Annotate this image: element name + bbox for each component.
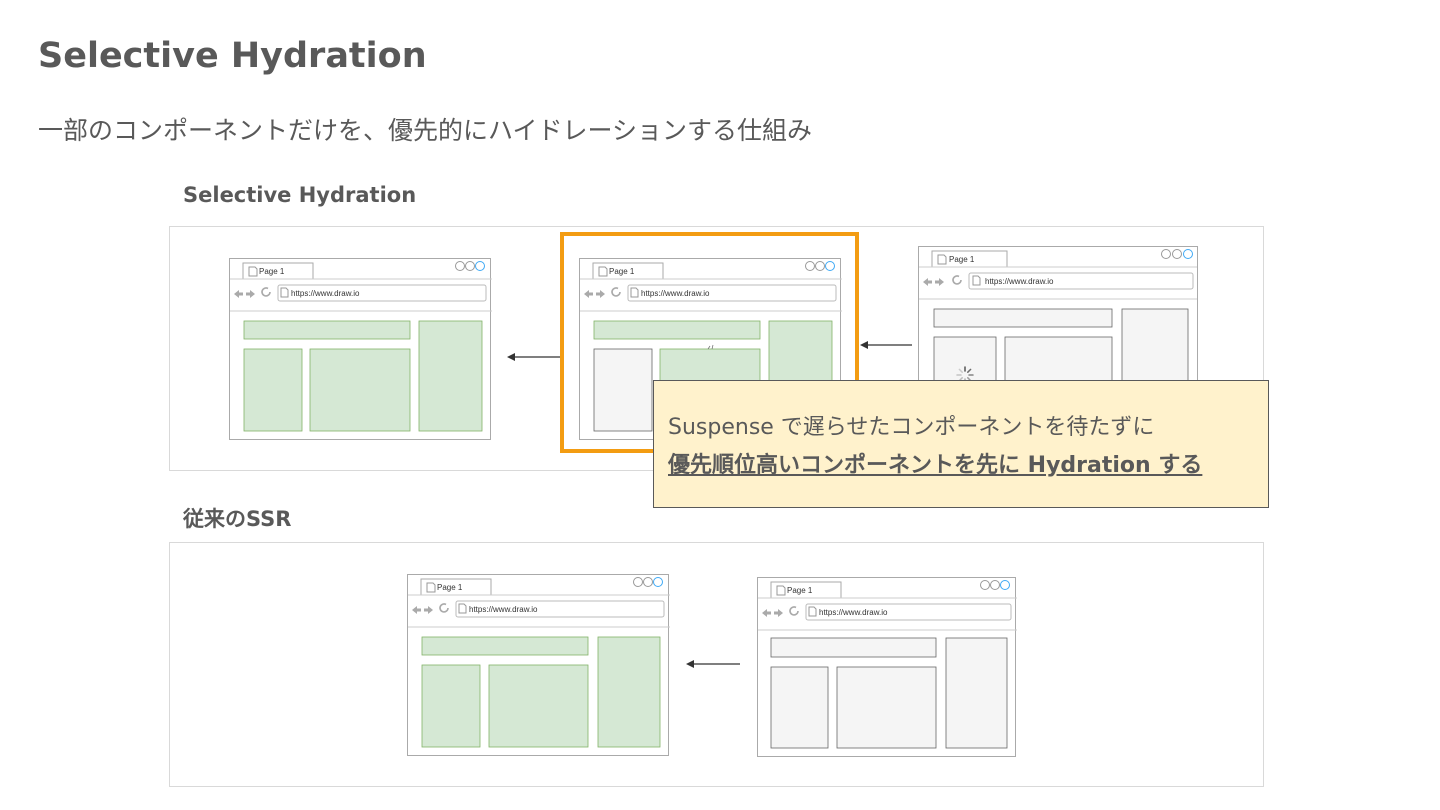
component-main-pending bbox=[836, 666, 937, 749]
url-text: https://www.draw.io bbox=[469, 605, 538, 614]
window-control-icon bbox=[990, 580, 1000, 590]
arrow-right-icon bbox=[935, 278, 944, 286]
url-text: https://www.draw.io bbox=[819, 608, 888, 617]
component-header-pending bbox=[933, 308, 1113, 328]
browser-mock-hydrated-drawing: Page 1 https://www.draw.io bbox=[230, 261, 492, 432]
browser-mock-ssr-not-hydrated: Page 1 https://www.draw.io bbox=[757, 577, 1017, 757]
component-sidebar-hydrated bbox=[597, 636, 661, 748]
arrow-right-icon bbox=[774, 609, 783, 617]
component-header-hydrated bbox=[421, 636, 589, 656]
window-control-icon bbox=[633, 577, 643, 587]
callout-box: Suspense で遅らせたコンポーネントを待たずに 優先順位高いコンポーネント… bbox=[653, 380, 1269, 508]
arrow-left-icon bbox=[234, 290, 243, 298]
browser-mock-ssr-hydrated: Page 1 https://www.draw.io bbox=[407, 574, 670, 756]
tab-label: Page 1 bbox=[437, 583, 463, 592]
window-control-icon bbox=[1183, 249, 1193, 259]
component-sidebar-hydrated bbox=[418, 320, 483, 432]
url-text: https://www.draw.io bbox=[985, 277, 1054, 286]
browser-mock-ssr-hydrated-drawing: Page 1 https://www.draw.io bbox=[408, 577, 670, 748]
tab-label: Page 1 bbox=[949, 255, 975, 264]
reload-icon bbox=[952, 275, 962, 285]
window-control-icon bbox=[455, 261, 465, 271]
browser-mock-not-hydrated: Page 1 https://www.draw.io bbox=[918, 246, 1198, 386]
tab-label: Page 1 bbox=[259, 267, 285, 276]
component-main-pending bbox=[1004, 336, 1113, 385]
tab-label: Page 1 bbox=[787, 586, 813, 595]
arrow-right-icon bbox=[246, 290, 255, 298]
component-header-hydrated bbox=[243, 320, 411, 340]
arrow-left-selective-1 bbox=[507, 353, 561, 361]
component-nav-hydrated bbox=[243, 348, 303, 432]
component-header-pending bbox=[770, 637, 937, 658]
browser-mock-ssr-not-hydrated-drawing: Page 1 https://www.draw.io bbox=[758, 580, 1017, 749]
component-main-hydrated bbox=[309, 348, 411, 432]
window-control-icon bbox=[1000, 580, 1010, 590]
page-icon bbox=[248, 266, 258, 277]
arrow-left-icon bbox=[412, 606, 421, 614]
component-main-hydrated bbox=[488, 664, 589, 748]
window-control-icon bbox=[643, 577, 653, 587]
window-control-icon bbox=[1172, 249, 1182, 259]
slide-subtitle: 一部のコンポーネントだけを、優先的にハイドレーションする仕組み bbox=[38, 116, 813, 145]
url-text: https://www.draw.io bbox=[291, 289, 360, 298]
page-icon bbox=[937, 254, 947, 265]
reload-icon bbox=[439, 603, 449, 613]
window-control-icon bbox=[1161, 249, 1171, 259]
callout-text-line2: 優先順位高いコンポーネントを先に Hydration する bbox=[668, 453, 1203, 478]
reload-icon bbox=[789, 606, 799, 616]
component-sidebar-pending bbox=[945, 637, 1008, 749]
window-control-icon bbox=[980, 580, 990, 590]
reload-icon bbox=[261, 287, 271, 297]
component-nav-hydrated bbox=[421, 664, 481, 748]
arrow-right-icon bbox=[424, 606, 433, 614]
section-label-selective-hydration: Selective Hydration bbox=[183, 183, 417, 207]
section-label-traditional-ssr: 従来のSSR bbox=[183, 507, 292, 531]
browser-mock-not-hydrated-drawing: Page 1 https://www.draw.io bbox=[919, 249, 1197, 385]
arrow-left-ssr bbox=[686, 660, 740, 668]
window-control-icon bbox=[465, 261, 475, 271]
browser-mock-hydrated: Page 1 https://www.draw.io bbox=[229, 258, 492, 440]
arrow-left-icon bbox=[762, 609, 771, 617]
window-control-icon bbox=[653, 577, 663, 587]
callout-text-line1: Suspense で遅らせたコンポーネントを待たずに bbox=[668, 415, 1155, 440]
arrow-left-icon bbox=[923, 278, 932, 286]
component-nav-pending bbox=[770, 666, 829, 749]
page-icon bbox=[426, 582, 436, 593]
page-icon bbox=[776, 585, 786, 596]
component-sidebar-pending bbox=[1121, 308, 1189, 385]
arrow-left-selective-2 bbox=[860, 341, 912, 349]
slide-title: Selective Hydration bbox=[38, 36, 427, 76]
window-control-icon bbox=[475, 261, 485, 271]
